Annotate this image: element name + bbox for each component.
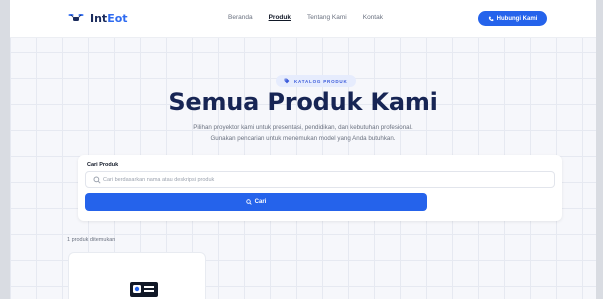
search-icon xyxy=(93,176,101,184)
search-label: Cari Produk xyxy=(87,162,119,168)
page-subtitle-line1: Pilihan proyektor kami untuk presentasi,… xyxy=(193,124,413,131)
catalog-badge: KATALOG PRODUK xyxy=(276,75,356,87)
contact-us-button[interactable]: Hubungi Kami xyxy=(478,11,547,26)
brand-logo[interactable]: IntEot xyxy=(68,11,128,25)
search-card: Cari Produk Cari xyxy=(78,155,562,221)
contact-us-label: Hubungi Kami xyxy=(496,15,538,22)
brand-name-part2: Eot xyxy=(107,11,128,25)
search-button[interactable]: Cari xyxy=(85,193,427,211)
nav-item-kontak[interactable]: Kontak xyxy=(363,14,383,21)
main-nav: Beranda Produk Tentang Kami Kontak xyxy=(228,14,383,21)
phone-icon xyxy=(488,16,494,21)
page-frame: IntEot Beranda Produk Tentang Kami Konta… xyxy=(10,0,596,299)
catalog-badge-label: KATALOG PRODUK xyxy=(294,78,348,84)
nav-item-produk[interactable]: Produk xyxy=(269,14,291,21)
search-button-label: Cari xyxy=(254,199,267,205)
nav-item-tentang-kami[interactable]: Tentang Kami xyxy=(307,14,347,21)
page-subtitle-line2: Gunakan pencarian untuk menemukan model … xyxy=(210,135,396,142)
product-card[interactable] xyxy=(68,252,206,299)
page-title: Semua Produk Kami xyxy=(168,88,438,116)
search-input[interactable] xyxy=(103,174,543,186)
projector-icon xyxy=(130,282,158,297)
search-box[interactable] xyxy=(85,171,555,188)
drone-icon xyxy=(68,14,84,21)
result-count: 1 produk ditemukan xyxy=(67,237,116,243)
search-icon xyxy=(245,199,252,205)
brand-name-part1: Int xyxy=(90,11,108,25)
top-header: IntEot Beranda Produk Tentang Kami Konta… xyxy=(10,0,596,38)
tag-icon xyxy=(284,78,290,84)
brand-name: IntEot xyxy=(90,12,128,25)
nav-item-beranda[interactable]: Beranda xyxy=(228,14,253,21)
